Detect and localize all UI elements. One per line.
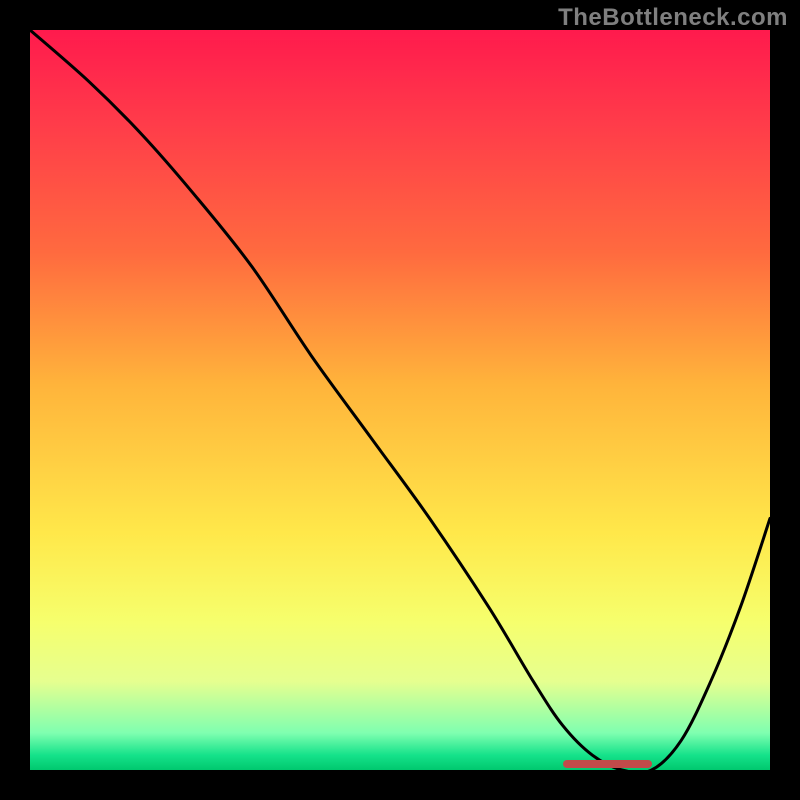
watermark-text: TheBottleneck.com [558, 6, 788, 30]
chart-stage: TheBottleneck.com [0, 0, 800, 800]
bottleneck-curve [30, 30, 770, 770]
plot-area [30, 30, 770, 770]
optimum-range-marker [563, 760, 652, 768]
